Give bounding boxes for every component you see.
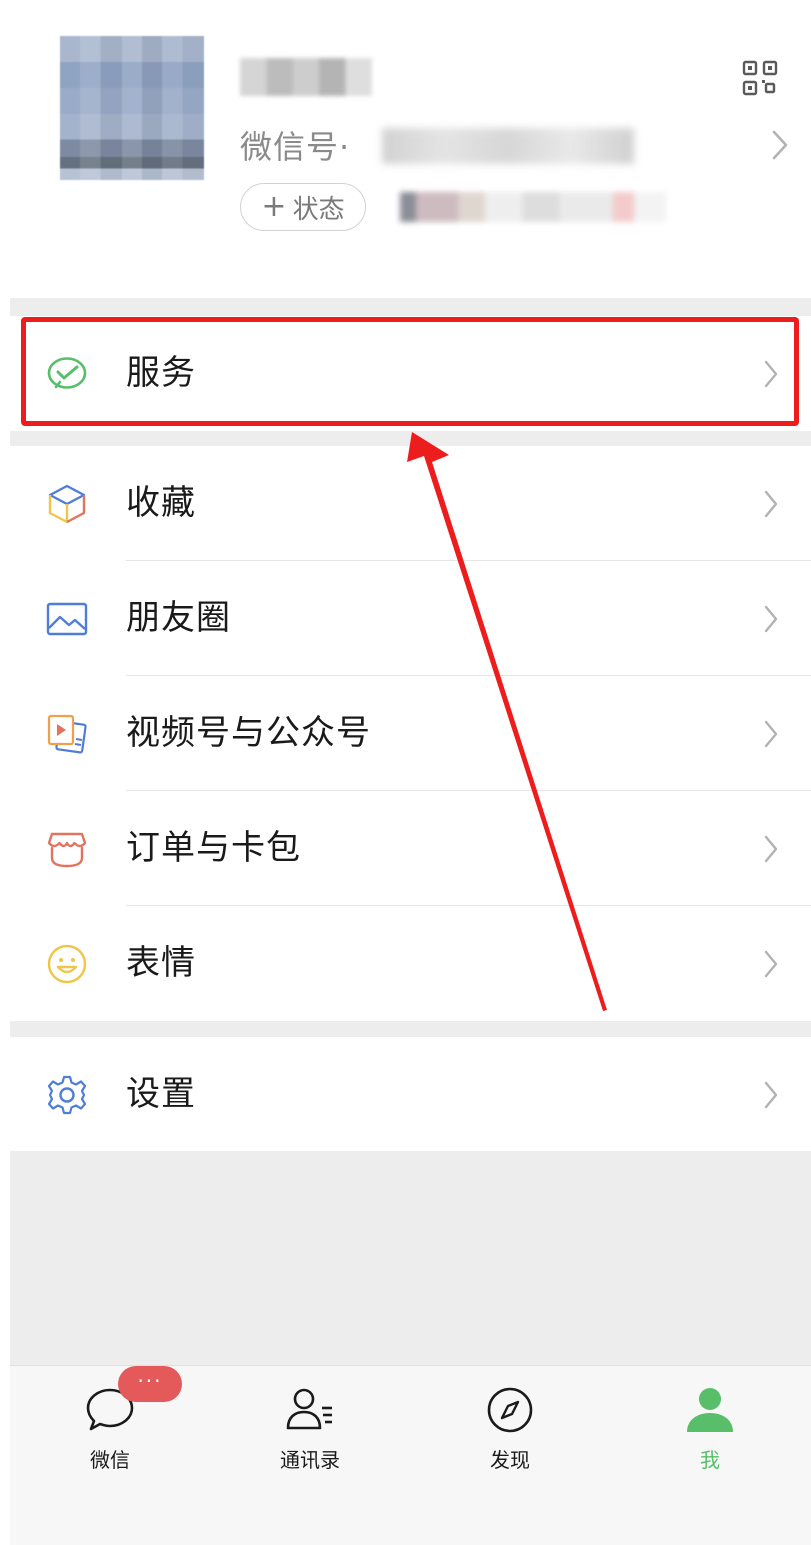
qr-code-icon[interactable] [742,60,778,96]
menu-item-moments[interactable]: 朋友圈 [10,561,811,676]
tab-discover[interactable]: 发现 [410,1366,610,1486]
menu-item-orders[interactable]: 订单与卡包 [10,791,811,906]
menu-item-settings-label: 设置 [126,1074,196,1114]
menu-item-channels-label: 视频号与公众号 [126,713,371,753]
highlight-box [21,317,799,426]
add-status-button[interactable]: + 状态 [240,183,366,231]
gear-icon [47,1075,87,1115]
section-gap [10,1021,811,1037]
menu-item-orders-label: 订单与卡包 [126,828,301,868]
tab-me[interactable]: 我 [610,1366,810,1486]
menu-item-stickers[interactable]: 表情 [10,906,811,1021]
smiley-icon [47,944,87,984]
picture-icon [46,602,88,636]
tab-chats-label: 微信 [90,1448,130,1472]
chevron-right-icon [764,835,778,863]
tab-contacts-label: 通讯录 [280,1448,340,1472]
section-gap [10,431,811,446]
status-text-redacted [400,192,666,222]
menu-item-favorites[interactable]: 收藏 [10,446,811,561]
tab-chats[interactable]: 微信 ··· [10,1366,210,1486]
avatar[interactable] [60,36,204,180]
page-margin [0,0,10,1545]
section-gap [10,298,811,316]
menu-item-favorites-label: 收藏 [126,483,196,523]
plus-icon: + [261,189,287,224]
empty-area [10,1151,811,1365]
unread-badge: ··· [118,1366,182,1402]
chevron-right-icon [772,130,788,160]
chevron-right-icon [764,950,778,978]
chevron-right-icon [764,490,778,518]
shop-awning-icon [47,832,87,868]
tab-contacts[interactable]: 通讯录 [210,1366,410,1486]
contacts-icon [286,1388,332,1430]
menu-item-stickers-label: 表情 [126,943,196,983]
cube-icon [48,484,86,524]
compass-icon [487,1387,533,1433]
menu-item-channels[interactable]: 视频号与公众号 [10,676,811,791]
chevron-right-icon [764,720,778,748]
main-menu-section: 收藏 朋友圈 视频号与公众号 订单与卡包 表情 [10,446,811,1021]
wechat-id-redacted [382,128,634,164]
person-icon [687,1388,733,1432]
menu-item-moments-label: 朋友圈 [126,598,231,638]
chevron-right-icon [764,1081,778,1109]
settings-section: 设置 [10,1037,811,1152]
menu-item-settings[interactable]: 设置 [10,1037,811,1152]
video-cards-icon [47,714,87,754]
tab-discover-label: 发现 [490,1448,530,1472]
bottom-tab-bar: 微信 ··· 通讯录 发现 我 [10,1365,811,1545]
nickname-redacted [240,58,372,96]
profile-header[interactable]: 微信号· + 状态 [10,0,811,298]
tab-me-label: 我 [700,1448,720,1472]
wechat-id-label: 微信号· [240,128,351,166]
status-button-label: 状态 [292,194,345,225]
chevron-right-icon [764,605,778,633]
